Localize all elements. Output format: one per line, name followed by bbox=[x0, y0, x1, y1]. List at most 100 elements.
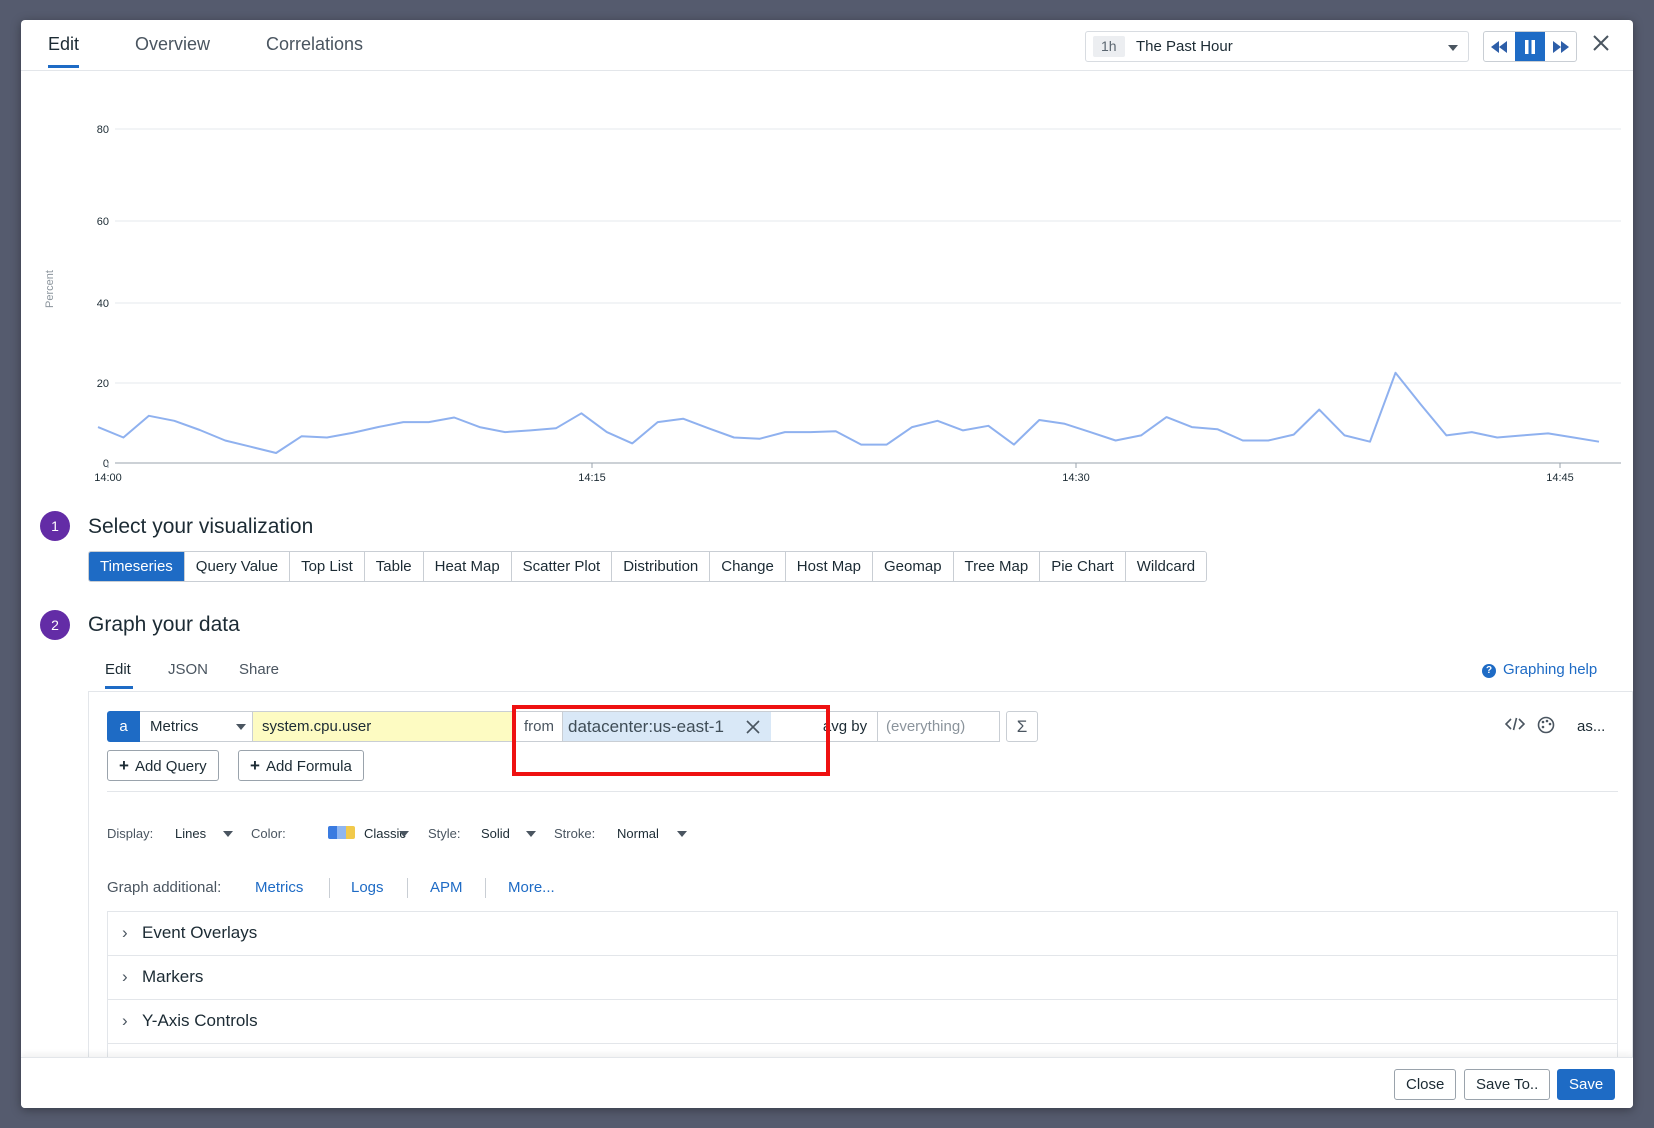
group-by-input[interactable]: (everything) bbox=[878, 711, 1000, 742]
save-to-button[interactable]: Save To.. bbox=[1464, 1069, 1551, 1100]
add-query-label: Add Query bbox=[134, 758, 207, 775]
chevron-down-icon[interactable] bbox=[223, 831, 233, 837]
accordion-event-overlays[interactable]: › Event Overlays bbox=[107, 911, 1618, 955]
data-source-select[interactable]: Metrics bbox=[140, 711, 253, 742]
viz-type-wildcard[interactable]: Wildcard bbox=[1125, 552, 1207, 581]
viz-type-pie-chart[interactable]: Pie Chart bbox=[1040, 552, 1126, 581]
viz-type-top-list[interactable]: Top List bbox=[290, 552, 365, 581]
style-select[interactable]: Solid bbox=[481, 826, 510, 841]
code-icon[interactable] bbox=[1504, 716, 1526, 737]
plus-icon: + bbox=[119, 756, 129, 775]
viz-type-change[interactable]: Change bbox=[710, 552, 786, 581]
tab-overview[interactable]: Overview bbox=[135, 34, 210, 55]
tab-correlations[interactable]: Correlations bbox=[266, 34, 363, 55]
active-subtab-indicator bbox=[105, 686, 133, 689]
color-label: Color: bbox=[251, 826, 286, 841]
modal-footer: Close Save To.. Save bbox=[21, 1057, 1633, 1108]
question-icon: ? bbox=[1482, 664, 1496, 678]
alias-input[interactable]: as... bbox=[1577, 718, 1605, 735]
step-number-2: 2 bbox=[40, 610, 70, 640]
accordion-label: Markers bbox=[142, 967, 204, 986]
chevron-right-icon: › bbox=[122, 923, 128, 942]
add-query-button[interactable]: + Add Query bbox=[107, 750, 219, 781]
y-tick-label: 80 bbox=[97, 124, 109, 136]
link-separator bbox=[329, 878, 330, 898]
graphing-help-link[interactable]: ? Graphing help bbox=[1482, 661, 1597, 678]
chevron-down-icon bbox=[1448, 45, 1458, 51]
accordion-label: Event Overlays bbox=[142, 923, 258, 942]
time-range-label: The Past Hour bbox=[1136, 38, 1233, 55]
x-tick-label: 14:45 bbox=[1546, 472, 1574, 481]
accordion-label: Y-Axis Controls bbox=[142, 1011, 258, 1030]
graph-additional-logs-link[interactable]: Logs bbox=[351, 879, 384, 896]
divider bbox=[107, 791, 1618, 792]
save-button[interactable]: Save bbox=[1557, 1069, 1616, 1100]
chevron-right-icon: › bbox=[122, 1011, 128, 1030]
chevron-down-icon[interactable] bbox=[677, 831, 687, 837]
x-tick-label: 14:00 bbox=[94, 472, 122, 481]
viz-type-timeseries[interactable]: Timeseries bbox=[89, 552, 185, 581]
palette-icon[interactable] bbox=[1537, 716, 1555, 739]
subtab-share[interactable]: Share bbox=[239, 661, 279, 678]
link-separator bbox=[407, 878, 408, 898]
stroke-select[interactable]: Normal bbox=[617, 826, 659, 841]
y-axis-label: Percent bbox=[44, 270, 56, 308]
y-tick-label: 20 bbox=[97, 378, 109, 390]
plus-icon: + bbox=[250, 756, 260, 775]
playback-controls bbox=[1483, 31, 1577, 62]
add-formula-button[interactable]: + Add Formula bbox=[238, 750, 364, 781]
visualization-type-selector: Timeseries Query Value Top List Table Heat M… bbox=[88, 551, 1208, 582]
step-title-visualization: Select your visualization bbox=[88, 515, 314, 538]
viz-type-geomap[interactable]: Geomap bbox=[873, 552, 954, 581]
graph-additional-metrics-link[interactable]: Metrics bbox=[255, 879, 303, 896]
color-palette-swatch[interactable] bbox=[328, 826, 355, 839]
viz-type-distribution[interactable]: Distribution bbox=[612, 552, 711, 581]
y-tick-label: 60 bbox=[97, 216, 109, 228]
rewind-icon[interactable] bbox=[1484, 32, 1515, 61]
swatch-color-1 bbox=[337, 826, 346, 839]
step-number-1: 1 bbox=[40, 511, 70, 541]
function-sigma-button[interactable]: Σ bbox=[1006, 711, 1038, 742]
subtab-edit[interactable]: Edit bbox=[105, 661, 131, 678]
viz-type-host-map[interactable]: Host Map bbox=[785, 552, 873, 581]
tab-edit[interactable]: Edit bbox=[48, 34, 79, 55]
viz-type-heat-map[interactable]: Heat Map bbox=[423, 552, 512, 581]
query-letter[interactable]: a bbox=[107, 711, 140, 742]
active-tab-indicator bbox=[48, 65, 79, 68]
top-tab-bar: Edit Overview Correlations 1h The Past H… bbox=[21, 20, 1633, 71]
viz-type-table[interactable]: Table bbox=[364, 552, 424, 581]
subtab-json[interactable]: JSON bbox=[168, 661, 208, 678]
close-icon[interactable] bbox=[1592, 33, 1610, 57]
chevron-down-icon[interactable] bbox=[526, 831, 536, 837]
viz-type-query-value[interactable]: Query Value bbox=[184, 552, 291, 581]
step-title-graph-data: Graph your data bbox=[88, 613, 240, 636]
viz-type-scatter-plot[interactable]: Scatter Plot bbox=[511, 552, 613, 581]
graphing-help-label: Graphing help bbox=[1503, 661, 1598, 678]
timeseries-chart: 806040200Percent14:00 14:15 14:30 14:45 bbox=[44, 124, 1621, 481]
display-select[interactable]: Lines bbox=[175, 826, 206, 841]
display-label: Display: bbox=[107, 826, 154, 841]
swatch-color-0 bbox=[328, 826, 337, 839]
swatch-color-2 bbox=[346, 826, 355, 839]
metric-input[interactable]: system.cpu.user bbox=[253, 711, 516, 742]
data-source-value: Metrics bbox=[150, 718, 199, 735]
chevron-down-icon bbox=[236, 724, 246, 730]
chevron-right-icon: › bbox=[122, 967, 128, 986]
graph-additional-more-link[interactable]: More... bbox=[508, 879, 555, 896]
y-tick-label: 40 bbox=[97, 298, 109, 310]
close-button[interactable]: Close bbox=[1394, 1069, 1457, 1100]
graph-additional-apm-link[interactable]: APM bbox=[430, 879, 463, 896]
fast-forward-icon[interactable] bbox=[1545, 32, 1576, 61]
accordion-markers[interactable]: › Markers bbox=[107, 955, 1618, 999]
link-separator bbox=[485, 878, 486, 898]
highlight-box bbox=[512, 705, 830, 776]
time-range-selector[interactable]: 1h The Past Hour bbox=[1085, 31, 1469, 62]
chevron-down-icon[interactable] bbox=[399, 831, 409, 837]
viz-type-tree-map[interactable]: Tree Map bbox=[953, 552, 1041, 581]
time-range-badge: 1h bbox=[1093, 36, 1125, 57]
graph-editor-modal: Edit Overview Correlations 1h The Past H… bbox=[21, 20, 1633, 1108]
x-tick-label: 14:15 bbox=[578, 472, 606, 481]
accordion-y-axis-controls[interactable]: › Y-Axis Controls bbox=[107, 999, 1618, 1043]
pause-icon[interactable] bbox=[1514, 32, 1546, 61]
stroke-label: Stroke: bbox=[554, 826, 596, 841]
